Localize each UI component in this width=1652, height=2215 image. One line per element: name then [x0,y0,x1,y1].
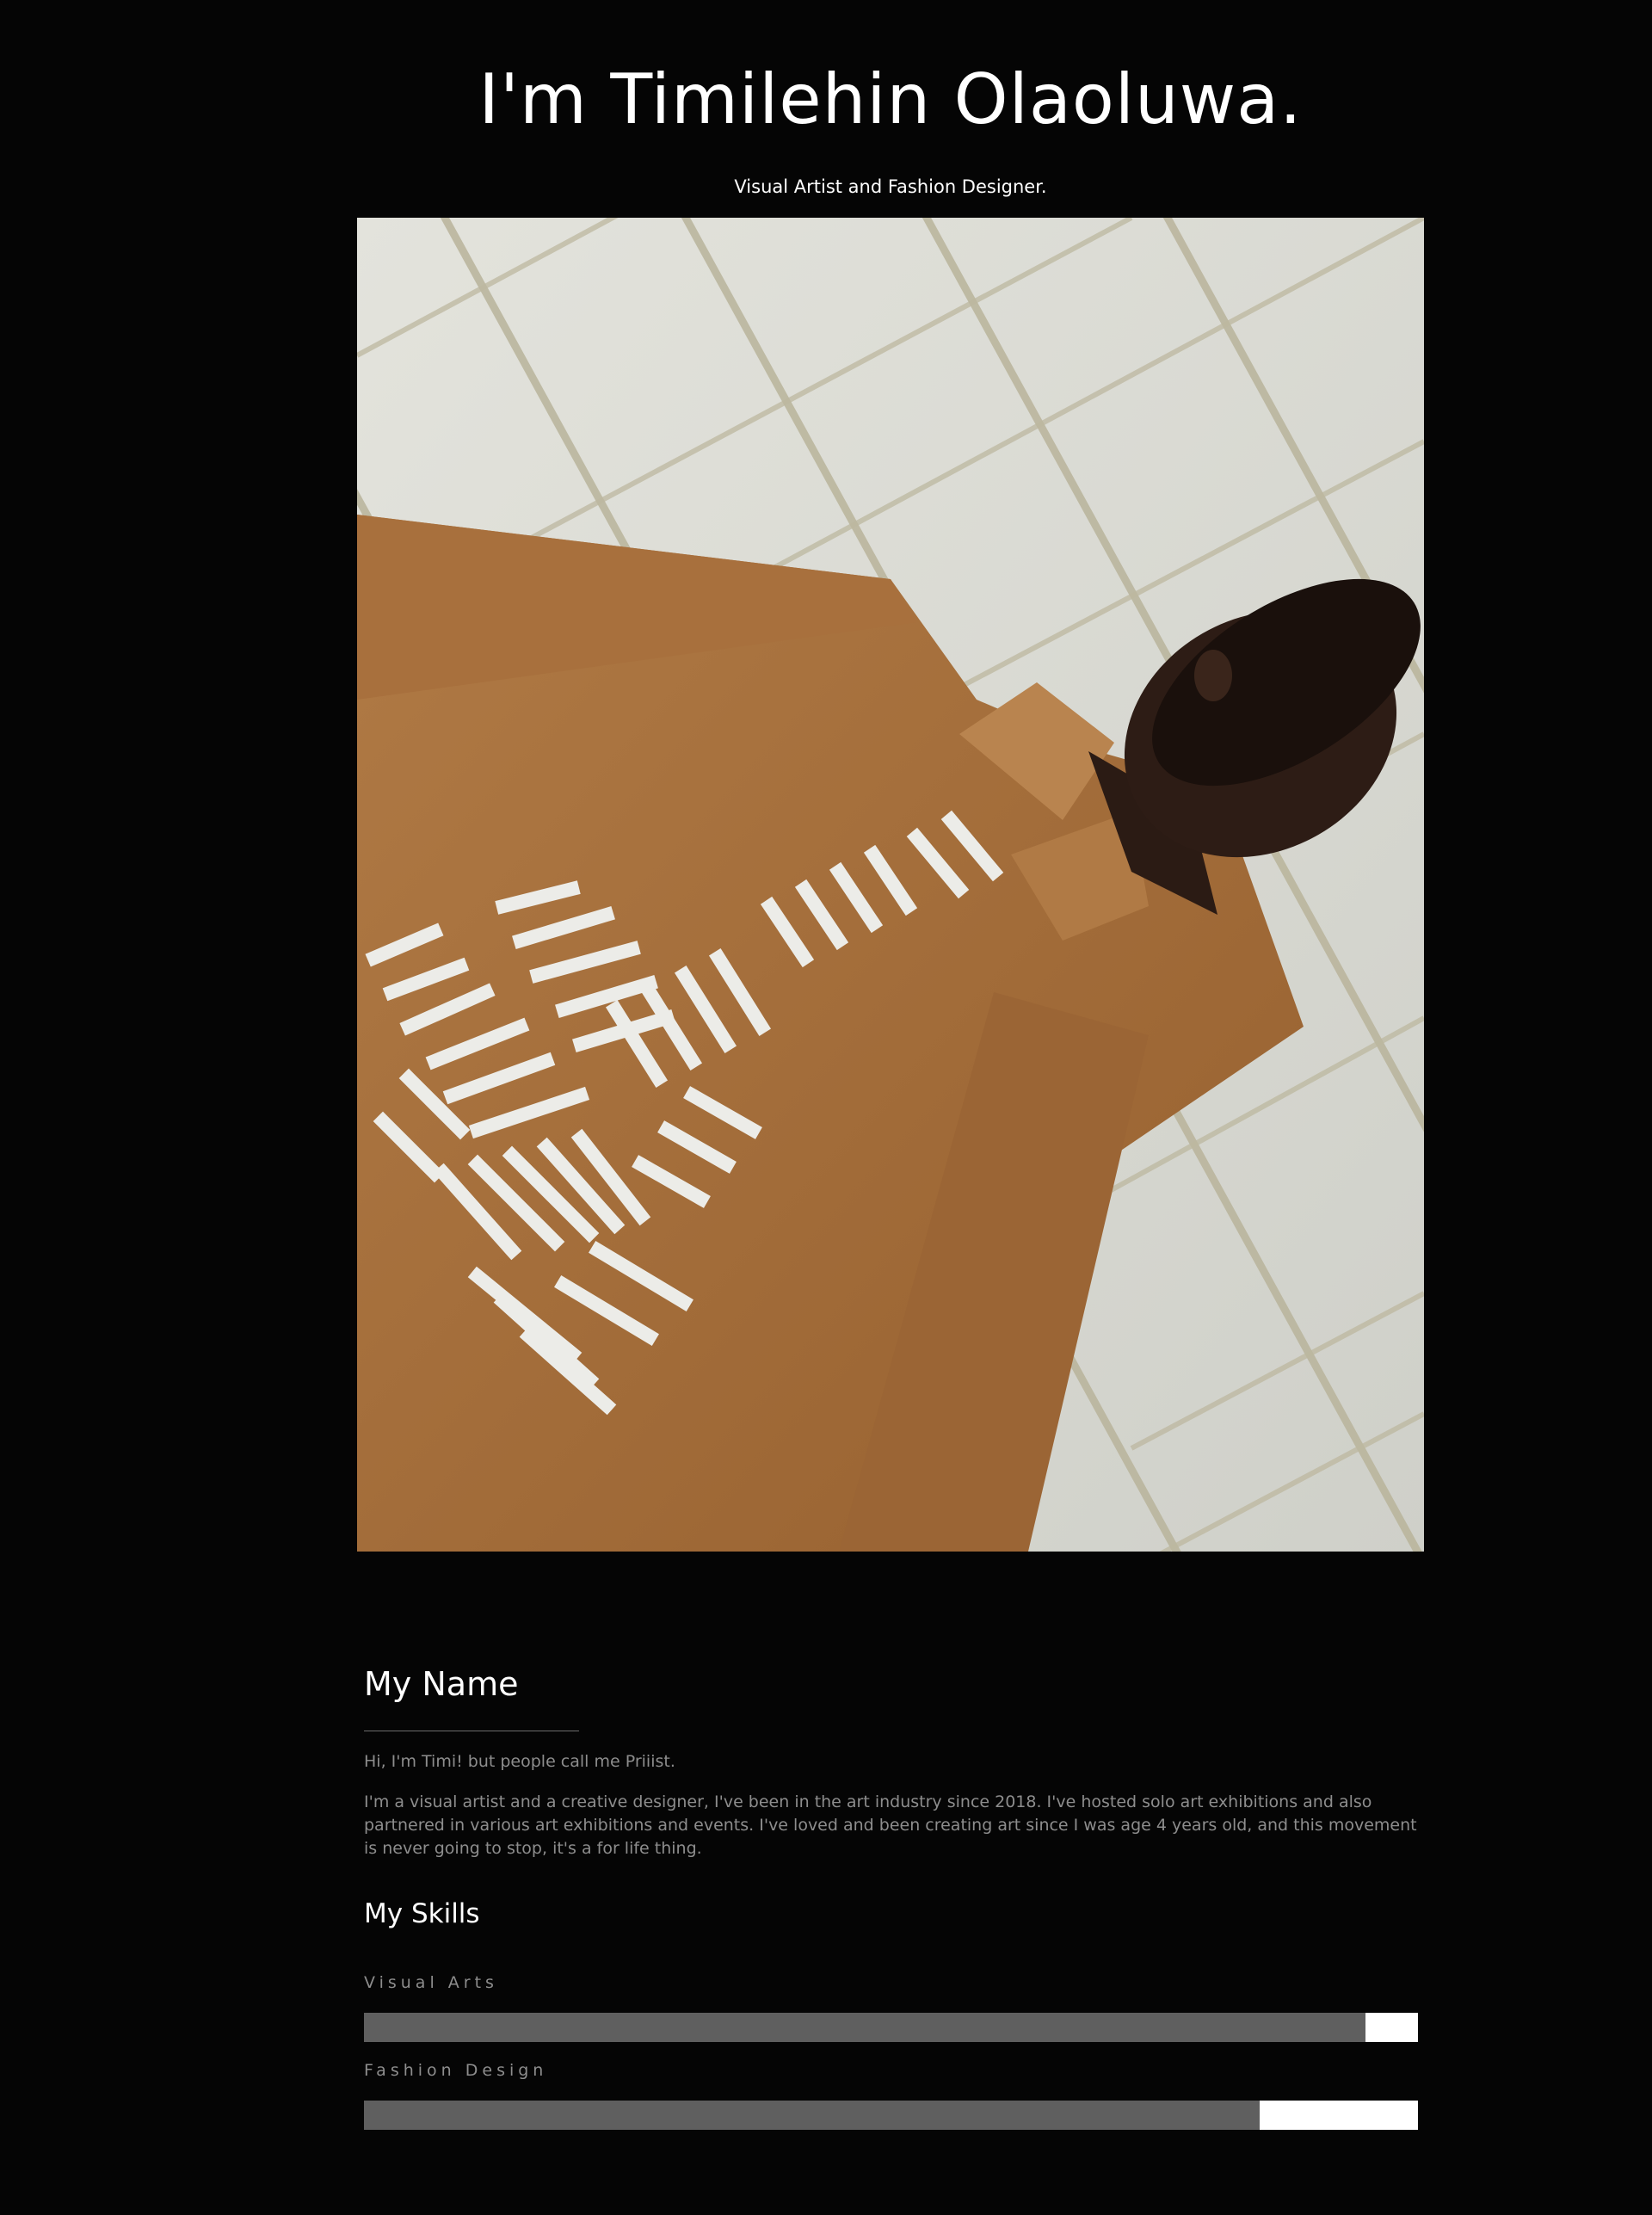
skill-fill-fashion-design [364,2100,1261,2130]
skill-label-visual-arts: Visual Arts [364,1972,498,1992]
skill-fill-visual-arts [364,2012,1365,2042]
skill-bar-visual-arts [364,2012,1418,2042]
portrait-image [357,218,1424,1552]
skill-label-fashion-design: Fashion Design [364,2060,548,2080]
skill-bar-fashion-design [364,2100,1418,2130]
about-intro: Hi, I'm Timi! but people call me Priiist… [364,1751,675,1771]
about-heading: My Name [364,1665,519,1703]
about-bio: I'm a visual artist and a creative desig… [364,1792,1417,1858]
page-title: I'm Timilehin Olaoluwa. [478,59,1303,139]
page-subtitle: Visual Artist and Fashion Designer. [734,176,1047,197]
about-section: My Name Hi, I'm Timi! but people call me… [364,1665,1418,2130]
skills-heading: My Skills [364,1897,480,1929]
